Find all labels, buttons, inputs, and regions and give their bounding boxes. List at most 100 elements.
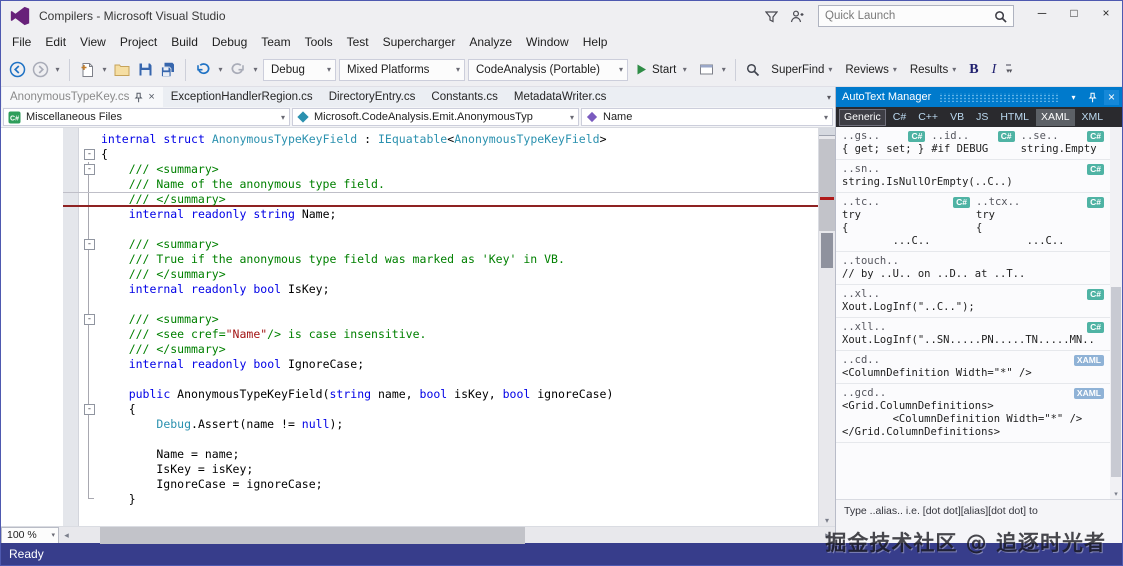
scroll-left-icon[interactable]: ◂ — [59, 530, 74, 541]
panel-tab-xml[interactable]: XML — [1077, 109, 1109, 126]
tab-MetadataWriter.cs[interactable]: MetadataWriter.cs — [506, 87, 614, 107]
code-line-12[interactable] — [63, 297, 818, 312]
snippet-cell[interactable]: ..touch..// by ..U.. on ..D.. at ..T.. — [842, 254, 1110, 281]
snippet-row[interactable]: ..gcd.. XAML <Grid.ColumnDefinitions> <Col… — [836, 384, 1110, 443]
menu-view[interactable]: View — [73, 33, 113, 51]
panel-scrollbar[interactable]: ▾ — [1110, 127, 1122, 499]
menu-edit[interactable]: Edit — [38, 33, 73, 51]
attach-icon[interactable] — [696, 60, 716, 80]
vertical-scrollbar-thumb[interactable] — [819, 139, 835, 231]
code-line-8[interactable]: - /// <summary> — [63, 237, 818, 252]
vertical-scrollbar[interactable]: ▾ — [818, 128, 835, 526]
code-editor[interactable]: internal struct AnonymousTypeKeyField : … — [1, 128, 835, 526]
code-line-9[interactable]: /// True if the anonymous type field was… — [63, 252, 818, 267]
menu-supercharger[interactable]: Supercharger — [376, 33, 463, 51]
snippet-row[interactable]: ..tc.. C# try{ ...C.. ..tcx.. C# try{ ...C.. — [836, 193, 1110, 252]
code-line-16[interactable]: internal readonly bool IgnoreCase; — [63, 357, 818, 372]
pin-icon[interactable] — [1085, 90, 1100, 105]
redo-icon[interactable] — [228, 60, 248, 80]
toolbar-options-icon[interactable]: ▾▾ — [1006, 64, 1012, 75]
reviews-combo[interactable]: Reviews ▾ — [840, 64, 901, 76]
snippet-row[interactable]: ..xll.. C# Xout.LogInf("..SN.....PN.....TN… — [836, 318, 1110, 351]
code-line-15[interactable]: /// </summary> — [63, 342, 818, 357]
menu-tools[interactable]: Tools — [298, 33, 340, 51]
open-folder-icon[interactable] — [112, 60, 132, 80]
undo-history-icon[interactable]: ▾ — [216, 65, 225, 74]
solution-configurations-combo[interactable]: Debug ▾ — [263, 58, 336, 81]
code-line-19[interactable]: - { — [63, 402, 818, 417]
snippet-cell[interactable]: ..tc.. C# try{ ...C.. — [842, 195, 976, 248]
fold-collapse-icon[interactable]: - — [84, 164, 95, 175]
splitter-handle[interactable] — [819, 128, 835, 136]
quick-launch-box[interactable]: Quick Launch — [818, 5, 1014, 27]
menu-build[interactable]: Build — [164, 33, 205, 51]
panel-tab-c#[interactable]: C# — [888, 109, 911, 126]
drag-grip[interactable] — [939, 92, 1058, 102]
snippet-cell[interactable]: ..gs.. C#{ get; set; } — [842, 129, 931, 156]
snippet-cell[interactable]: ..gcd.. XAML <Grid.ColumnDefinitions> <Col… — [842, 386, 1110, 439]
new-file-dropdown-icon[interactable]: ▾ — [100, 65, 109, 74]
snippet-cell[interactable]: ..xl.. C# Xout.LogInf("..C.."); — [842, 287, 1110, 314]
code-line-1[interactable]: internal struct AnonymousTypeKeyField : … — [63, 132, 818, 147]
code-line-21[interactable] — [63, 432, 818, 447]
panel-tab-html[interactable]: HTML — [995, 109, 1034, 126]
window-position-icon[interactable]: ▾ — [1066, 90, 1081, 105]
italic-icon[interactable]: I — [987, 62, 1002, 78]
redo-history-icon[interactable]: ▾ — [251, 65, 260, 74]
scroll-down-icon[interactable]: ▾ — [819, 516, 835, 525]
snippet-cell[interactable]: ..sn.. C# string.IsNullOrEmpty(..C..) — [842, 162, 1110, 189]
panel-header[interactable]: AutoText Manager ▾ × — [836, 87, 1122, 107]
close-tab-icon[interactable]: × — [148, 91, 154, 103]
menu-window[interactable]: Window — [519, 33, 576, 51]
fold-collapse-icon[interactable]: - — [84, 404, 95, 415]
panel-close-icon[interactable]: × — [1104, 89, 1119, 105]
zoom-level-combo[interactable]: 100 % ▾ — [1, 526, 59, 544]
save-icon[interactable] — [135, 60, 155, 80]
save-all-icon[interactable] — [158, 60, 178, 80]
tab-ExceptionHandlerRegion.cs[interactable]: ExceptionHandlerRegion.cs — [163, 87, 321, 107]
bold-icon[interactable]: B — [964, 62, 983, 78]
code-line-23[interactable]: IsKey = isKey; — [63, 462, 818, 477]
panel-tab-js[interactable]: JS — [971, 109, 993, 126]
send-feedback-icon[interactable] — [786, 10, 808, 23]
menu-debug[interactable]: Debug — [205, 33, 254, 51]
start-dropdown-icon[interactable]: ▾ — [680, 65, 689, 74]
startup-projects-combo[interactable]: CodeAnalysis (Portable) ▾ — [468, 58, 628, 81]
project-dropdown[interactable]: C# Miscellaneous Files ▾ — [3, 108, 290, 126]
fold-collapse-icon[interactable]: - — [84, 149, 95, 160]
attach-dropdown-icon[interactable]: ▾ — [719, 65, 728, 74]
minimize-button[interactable]: ─ — [1026, 1, 1058, 24]
code-line-17[interactable] — [63, 372, 818, 387]
snippet-cell[interactable]: ..cd.. XAML <ColumnDefinition Width="*" /> — [842, 353, 1110, 380]
navigate-forward-icon[interactable] — [30, 60, 50, 80]
maximize-button[interactable]: □ — [1058, 1, 1090, 24]
feedback-icon[interactable] — [760, 10, 782, 23]
snippet-row[interactable]: ..sn.. C# string.IsNullOrEmpty(..C..) — [836, 160, 1110, 193]
tab-list-icon[interactable]: ▾ — [827, 93, 831, 102]
fold-collapse-icon[interactable]: - — [84, 314, 95, 325]
code-line-7[interactable] — [63, 222, 818, 237]
code-line-6[interactable]: internal readonly string Name; — [63, 207, 818, 222]
close-button[interactable]: × — [1090, 1, 1122, 24]
panel-tab-c++[interactable]: C++ — [913, 109, 943, 126]
code-line-25[interactable]: } — [63, 492, 818, 507]
start-debugging-button[interactable]: Start ▾ — [631, 63, 693, 76]
undo-icon[interactable] — [193, 60, 213, 80]
code-line-24[interactable]: IgnoreCase = ignoreCase; — [63, 477, 818, 492]
member-dropdown[interactable]: Name ▾ — [581, 108, 833, 126]
snippet-row[interactable]: ..gs.. C#{ get; set; } ..id.. C# #if DEBUG..… — [836, 127, 1110, 160]
menu-test[interactable]: Test — [340, 33, 376, 51]
tab-AnonymousTypeKey.cs[interactable]: AnonymousTypeKey.cs × — [2, 87, 163, 107]
horizontal-scrollbar-thumb[interactable] — [100, 526, 525, 544]
panel-scroll-down-icon[interactable]: ▾ — [1110, 490, 1122, 498]
code-line-2[interactable]: -{ — [63, 147, 818, 162]
pin-icon[interactable] — [134, 92, 143, 103]
snippet-row[interactable]: ..xl.. C# Xout.LogInf("..C.."); — [836, 285, 1110, 318]
solution-platforms-combo[interactable]: Mixed Platforms ▾ — [339, 58, 465, 81]
code-line-10[interactable]: /// </summary> — [63, 267, 818, 282]
fold-collapse-icon[interactable]: - — [84, 239, 95, 250]
panel-tab-generic[interactable]: Generic — [839, 108, 886, 126]
menu-team[interactable]: Team — [254, 33, 297, 51]
snippet-cell[interactable]: ..tcx.. C# try{ ...C.. — [976, 195, 1110, 248]
new-file-icon[interactable] — [77, 60, 97, 80]
